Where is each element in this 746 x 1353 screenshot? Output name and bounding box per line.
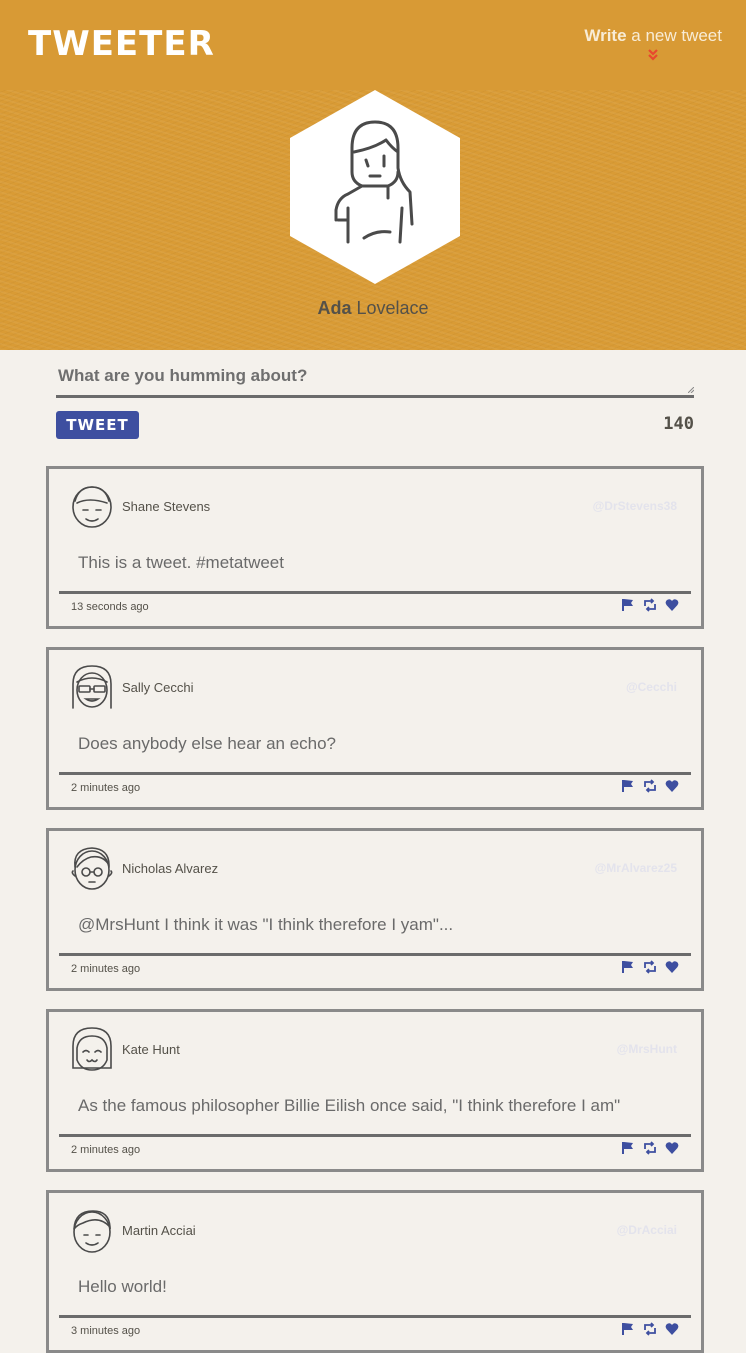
tweet-author-handle[interactable]: @MrAlvarez25 xyxy=(595,861,677,875)
tweet-author-handle[interactable]: @Cecchi xyxy=(626,680,677,694)
write-new-tweet-link[interactable]: Write a new tweet xyxy=(584,26,722,62)
tweet-timestamp: 2 minutes ago xyxy=(71,1144,141,1156)
retweet-icon[interactable] xyxy=(643,1141,657,1155)
top-nav: TWEETER Write a new tweet xyxy=(0,0,746,90)
retweet-icon[interactable] xyxy=(643,960,657,974)
tweet-text: Hello world! xyxy=(78,1277,167,1296)
heart-icon[interactable] xyxy=(665,1141,679,1155)
tweet-card: Shane Stevens @DrStevens38 This is a twe… xyxy=(46,466,704,629)
tweet-text: Does anybody else hear an echo? xyxy=(78,734,337,753)
app-logo[interactable]: TWEETER xyxy=(28,24,215,64)
tweet-actions xyxy=(621,960,679,974)
tweet-timestamp: 3 minutes ago xyxy=(71,1325,141,1337)
character-counter: 140 xyxy=(663,414,694,434)
flag-icon[interactable] xyxy=(621,779,635,793)
flag-icon[interactable] xyxy=(621,960,635,974)
tweet-text-input[interactable]: What are you humming about? xyxy=(56,360,694,398)
tweet-timestamp: 13 seconds ago xyxy=(71,601,149,613)
flag-icon[interactable] xyxy=(621,598,635,612)
tweet-actions xyxy=(621,598,679,612)
tweet-author-handle[interactable]: @DrStevens38 xyxy=(593,499,677,513)
new-tweet-form: What are you humming about? TWEET 140 xyxy=(56,360,694,439)
tweet-text: This is a tweet. #metatweet xyxy=(78,553,284,572)
user-avatar-icon xyxy=(72,1027,112,1071)
tweet-divider xyxy=(59,1315,691,1318)
tweet-text: As the famous philosopher Billie Eilish … xyxy=(78,1096,621,1115)
profile-name: Ada Lovelace xyxy=(0,298,746,319)
tweet-card: Martin Acciai @DrAcciai Hello world! 3 m… xyxy=(46,1190,704,1353)
tweet-timestamp: 2 minutes ago xyxy=(71,782,141,794)
heart-icon[interactable] xyxy=(665,779,679,793)
compose-link-bold: Write xyxy=(584,26,627,45)
retweet-icon[interactable] xyxy=(643,598,657,612)
tweet-divider xyxy=(59,1134,691,1137)
tweet-card: Kate Hunt @MrsHunt As the famous philoso… xyxy=(46,1009,704,1172)
user-avatar-icon xyxy=(73,1210,111,1253)
compose-link-text: a new tweet xyxy=(626,26,722,45)
tweet-author-name[interactable]: Martin Acciai xyxy=(122,1223,196,1238)
tweet-card: Sally Cecchi @Cecchi Does anybody else h… xyxy=(46,647,704,810)
tweet-actions xyxy=(621,779,679,793)
retweet-icon[interactable] xyxy=(643,779,657,793)
chevrons-down-icon[interactable] xyxy=(646,48,660,62)
user-avatar-icon xyxy=(72,486,112,528)
tweet-actions xyxy=(621,1141,679,1155)
tweet-card: Nicholas Alvarez @MrAlvarez25 @MrsHunt I… xyxy=(46,828,704,991)
first-name: Ada xyxy=(317,298,352,318)
tweet-timestamp: 2 minutes ago xyxy=(71,963,141,975)
user-avatar-icon xyxy=(72,665,112,709)
tweet-author-name[interactable]: Sally Cecchi xyxy=(122,680,194,695)
tweet-author-name[interactable]: Shane Stevens xyxy=(122,499,210,514)
tweet-author-name[interactable]: Kate Hunt xyxy=(122,1042,180,1057)
profile-avatar xyxy=(290,90,460,284)
tweet-text: @MrsHunt I think it was "I think therefo… xyxy=(78,915,454,934)
user-avatar-icon xyxy=(71,847,113,890)
tweet-author-handle[interactable]: @DrAcciai xyxy=(617,1223,677,1237)
heart-icon[interactable] xyxy=(665,960,679,974)
tweet-author-name[interactable]: Nicholas Alvarez xyxy=(122,861,218,876)
tweet-divider xyxy=(59,591,691,594)
heart-icon[interactable] xyxy=(665,598,679,612)
resize-handle-icon[interactable] xyxy=(688,387,694,393)
tweet-author-handle[interactable]: @MrsHunt xyxy=(617,1042,677,1056)
last-name: Lovelace xyxy=(351,298,429,318)
tweet-submit-button[interactable]: TWEET xyxy=(56,411,139,439)
tweet-divider xyxy=(59,772,691,775)
profile-header: Ada Lovelace xyxy=(0,90,746,350)
tweet-input-placeholder: What are you humming about? xyxy=(58,366,308,385)
flag-icon[interactable] xyxy=(621,1141,635,1155)
tweet-divider xyxy=(59,953,691,956)
